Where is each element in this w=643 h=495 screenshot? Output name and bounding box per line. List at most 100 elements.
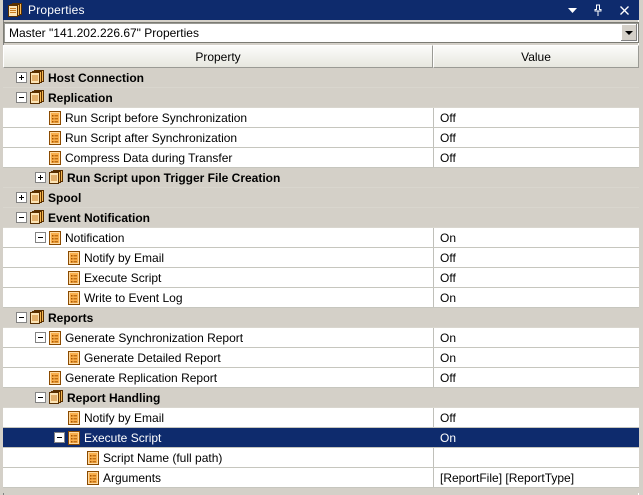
tree-indent xyxy=(3,437,54,438)
properties-panel: Properties Master "141.202.226.67" Prope xyxy=(0,0,643,495)
row-value: Off xyxy=(433,248,639,267)
table-row-generate-synchronization-report[interactable]: Generate Synchronization Report On xyxy=(3,328,639,348)
expand-toggle-icon[interactable] xyxy=(35,392,46,403)
tree-indent xyxy=(3,297,54,298)
property-page-icon xyxy=(48,370,62,386)
tree-indent xyxy=(3,277,54,278)
row-value: On xyxy=(433,428,639,447)
property-page-icon xyxy=(67,290,81,306)
row-value: Off xyxy=(433,368,639,387)
tree-indent xyxy=(3,157,35,158)
row-value: Off xyxy=(433,128,639,147)
row-label: Notification xyxy=(65,231,124,245)
row-value: Off xyxy=(433,148,639,167)
expand-toggle-icon[interactable] xyxy=(35,232,46,243)
tree-indent xyxy=(3,457,73,458)
table-row-compress-data-during-transfer[interactable]: Compress Data during Transfer Off xyxy=(3,148,639,168)
expand-toggle-icon[interactable] xyxy=(35,332,46,343)
category-stack-icon xyxy=(29,190,45,205)
property-page-icon xyxy=(67,430,81,446)
row-label: Write to Event Log xyxy=(84,291,183,305)
table-row-arguments[interactable]: Arguments [ReportFile] [ReportType] xyxy=(3,468,639,488)
pin-icon[interactable] xyxy=(591,3,605,17)
property-page-icon xyxy=(48,110,62,126)
selected-target-label: Master "141.202.226.67" Properties xyxy=(4,26,199,40)
property-page-icon xyxy=(67,270,81,286)
column-header-value[interactable]: Value xyxy=(433,45,639,68)
title-bar: Properties xyxy=(3,0,639,20)
tree-indent xyxy=(3,477,73,478)
row-value: On xyxy=(433,348,639,367)
expand-toggle-icon[interactable] xyxy=(16,312,27,323)
row-value: Off xyxy=(433,268,639,287)
table-row-script-name-full-path-[interactable]: Script Name (full path) xyxy=(3,448,639,468)
row-label: Script Name (full path) xyxy=(103,451,222,465)
close-icon[interactable] xyxy=(617,3,631,17)
table-row-run-script-before-synchronization[interactable]: Run Script before Synchronization Off xyxy=(3,108,639,128)
table-row-report-handling[interactable]: Report Handling xyxy=(3,388,639,408)
property-page-icon xyxy=(48,130,62,146)
property-page-icon xyxy=(86,470,100,486)
chevron-down-icon[interactable] xyxy=(565,3,579,17)
panel-bottom-filler xyxy=(3,488,639,493)
property-page-icon xyxy=(48,150,62,166)
row-value xyxy=(433,208,639,227)
property-page-icon xyxy=(48,330,62,346)
table-row-event-notification[interactable]: Event Notification xyxy=(3,208,639,228)
row-value xyxy=(433,448,639,467)
table-row-reports[interactable]: Reports xyxy=(3,308,639,328)
tree-indent xyxy=(3,337,35,338)
tree-indent xyxy=(3,317,16,318)
property-page-icon xyxy=(48,230,62,246)
category-stack-icon xyxy=(29,210,45,225)
table-row-host-connection[interactable]: Host Connection xyxy=(3,68,639,88)
properties-target-select[interactable]: Master "141.202.226.67" Properties xyxy=(3,22,639,43)
expand-toggle-icon[interactable] xyxy=(16,212,27,223)
tree-indent xyxy=(3,257,54,258)
panel-title: Properties xyxy=(28,3,565,17)
row-label: Spool xyxy=(48,191,81,205)
row-label: Compress Data during Transfer xyxy=(65,151,232,165)
row-label: Event Notification xyxy=(48,211,150,225)
table-row-generate-replication-report[interactable]: Generate Replication Report Off xyxy=(3,368,639,388)
grid-header: Property Value xyxy=(3,45,639,68)
row-label: Report Handling xyxy=(67,391,160,405)
property-page-icon xyxy=(67,250,81,266)
category-stack-icon xyxy=(29,70,45,85)
table-row-generate-detailed-report[interactable]: Generate Detailed Report On xyxy=(3,348,639,368)
row-label: Run Script after Synchronization xyxy=(65,131,237,145)
table-row-run-script-upon-trigger-file-creation[interactable]: Run Script upon Trigger File Creation xyxy=(3,168,639,188)
row-value: On xyxy=(433,228,639,247)
property-tree: Host Connection Replication Run Script b… xyxy=(3,68,639,488)
column-header-property[interactable]: Property xyxy=(3,45,433,68)
expand-toggle-icon[interactable] xyxy=(16,92,27,103)
row-value xyxy=(433,308,639,327)
table-row-notify-by-email[interactable]: Notify by Email Off xyxy=(3,408,639,428)
row-value xyxy=(433,88,639,107)
row-label: Execute Script xyxy=(84,431,161,445)
category-stack-icon xyxy=(29,90,45,105)
table-row-execute-script[interactable]: Execute Script Off xyxy=(3,268,639,288)
row-value xyxy=(433,168,639,187)
category-stack-icon xyxy=(48,170,64,185)
row-value xyxy=(433,188,639,207)
table-row-notification[interactable]: Notification On xyxy=(3,228,639,248)
expand-toggle-icon[interactable] xyxy=(16,72,27,83)
row-label: Generate Detailed Report xyxy=(84,351,221,365)
row-label: Run Script upon Trigger File Creation xyxy=(67,171,280,185)
expand-toggle-icon[interactable] xyxy=(54,432,65,443)
category-stack-icon xyxy=(48,390,64,405)
table-row-run-script-after-synchronization[interactable]: Run Script after Synchronization Off xyxy=(3,128,639,148)
dropdown-arrow-icon[interactable] xyxy=(620,24,637,41)
tree-indent xyxy=(3,97,16,98)
expand-toggle-icon[interactable] xyxy=(35,172,46,183)
table-row-write-to-event-log[interactable]: Write to Event Log On xyxy=(3,288,639,308)
row-label: Generate Replication Report xyxy=(65,371,217,385)
property-page-icon xyxy=(67,350,81,366)
tree-indent xyxy=(3,417,54,418)
table-row-replication[interactable]: Replication xyxy=(3,88,639,108)
table-row-spool[interactable]: Spool xyxy=(3,188,639,208)
table-row-execute-script[interactable]: Execute Script On xyxy=(3,428,639,448)
expand-toggle-icon[interactable] xyxy=(16,192,27,203)
table-row-notify-by-email[interactable]: Notify by Email Off xyxy=(3,248,639,268)
